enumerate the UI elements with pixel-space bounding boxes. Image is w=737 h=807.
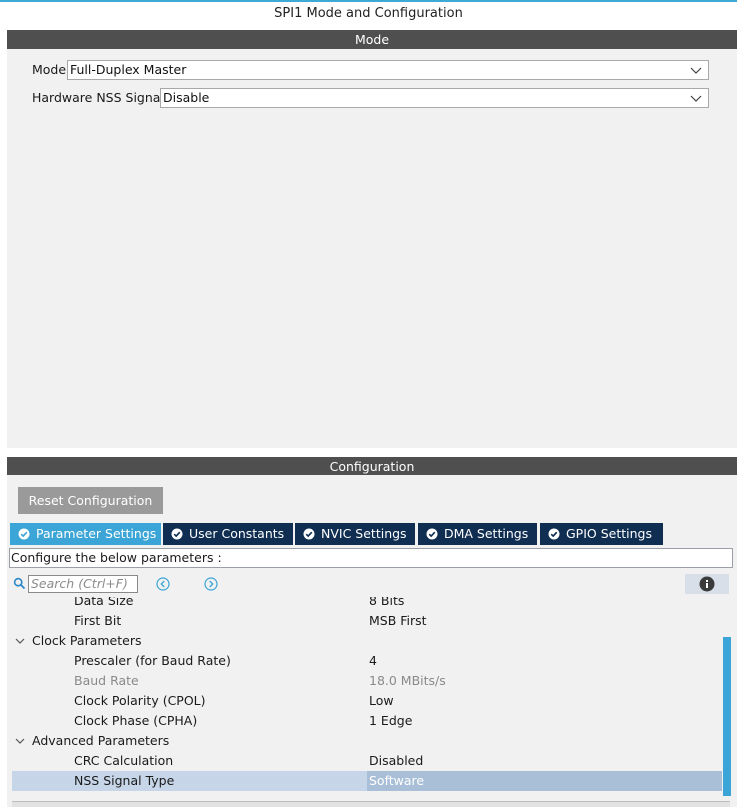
chevron-down-icon	[690, 95, 702, 102]
tab-label: Parameter Settings	[36, 526, 157, 541]
mode-label: Mode	[32, 62, 67, 77]
group-label: Advanced Parameters	[32, 733, 170, 748]
group-clock-parameters[interactable]: Clock Parameters	[12, 631, 722, 651]
tab-nvic-settings[interactable]: NVIC Settings	[295, 523, 415, 545]
param-value: 8 Bits	[369, 597, 405, 608]
table-row[interactable]: Clock Phase (CPHA) 1 Edge	[12, 711, 722, 731]
param-value: 1 Edge	[369, 713, 413, 728]
tab-parameter-settings[interactable]: Parameter Settings	[10, 523, 161, 545]
tab-label: NVIC Settings	[321, 526, 407, 541]
group-label: Clock Parameters	[32, 633, 142, 648]
param-name: Clock Polarity (CPOL)	[74, 693, 206, 708]
table-row-selected[interactable]: NSS Signal Type Software	[12, 771, 722, 791]
mode-panel	[7, 49, 737, 448]
window-title: SPI1 Mode and Configuration	[274, 6, 463, 21]
check-circle-icon	[171, 528, 183, 540]
table-row[interactable]: Data Size 8 Bits	[12, 597, 722, 611]
hardware-nss-select[interactable]: Disable	[160, 88, 709, 108]
param-name: CRC Calculation	[74, 753, 174, 768]
param-value: Software	[369, 773, 425, 788]
param-value: 18.0 MBits/s	[369, 673, 446, 688]
arrow-right-circle-icon[interactable]	[204, 577, 218, 591]
tab-dma-settings[interactable]: DMA Settings	[418, 523, 537, 545]
table-row[interactable]: CRC Calculation Disabled	[12, 751, 722, 771]
check-circle-icon	[303, 528, 315, 540]
hardware-nss-label: Hardware NSS Signal	[32, 90, 164, 105]
tab-label: User Constants	[189, 526, 285, 541]
table-row: Baud Rate 18.0 MBits/s	[12, 671, 722, 691]
search-input[interactable]: Search (Ctrl+F)	[28, 575, 138, 593]
param-name: Data Size	[74, 597, 134, 608]
tab-label: GPIO Settings	[566, 526, 652, 541]
scrollbar-thumb[interactable]	[723, 637, 731, 796]
param-name: Baud Rate	[74, 673, 139, 688]
check-circle-icon	[18, 528, 30, 540]
param-value: Low	[369, 693, 394, 708]
param-name: Clock Phase (CPHA)	[74, 713, 198, 728]
param-name: Prescaler (for Baud Rate)	[74, 653, 231, 668]
parameters-list: Data Size 8 Bits First Bit MSB First Clo…	[0, 597, 737, 801]
table-row[interactable]: First Bit MSB First	[12, 611, 722, 631]
chevron-down-icon[interactable]	[15, 636, 25, 646]
configuration-section-header: Configuration	[7, 457, 737, 476]
tab-user-constants[interactable]: User Constants	[163, 523, 293, 545]
tab-label: DMA Settings	[444, 526, 529, 541]
top-border	[0, 0, 737, 2]
chevron-down-icon	[690, 67, 702, 74]
param-name: First Bit	[74, 613, 122, 628]
mode-select[interactable]: Full-Duplex Master	[67, 60, 709, 80]
chevron-down-icon[interactable]	[15, 736, 25, 746]
check-circle-icon	[426, 528, 438, 540]
mode-section-header: Mode	[7, 30, 737, 49]
info-button[interactable]	[685, 574, 729, 594]
search-icon	[13, 577, 26, 590]
reset-configuration-button[interactable]: Reset Configuration	[18, 487, 163, 514]
arrow-left-circle-icon[interactable]	[156, 577, 170, 591]
group-advanced-parameters[interactable]: Advanced Parameters	[12, 731, 722, 751]
param-value: Disabled	[369, 753, 424, 768]
check-circle-icon	[548, 528, 560, 540]
mode-select-value: Full-Duplex Master	[70, 62, 187, 77]
table-row[interactable]: Clock Polarity (CPOL) Low	[12, 691, 722, 711]
param-value: MSB First	[369, 613, 427, 628]
horizontal-scrollbar[interactable]	[12, 801, 730, 807]
table-row[interactable]: Prescaler (for Baud Rate) 4	[12, 651, 722, 671]
hardware-nss-select-value: Disable	[163, 90, 210, 105]
param-name: NSS Signal Type	[74, 773, 175, 788]
tab-gpio-settings[interactable]: GPIO Settings	[540, 523, 663, 545]
info-icon	[699, 576, 715, 592]
parameters-instructions: Configure the below parameters :	[9, 548, 733, 568]
param-value: 4	[369, 653, 377, 668]
